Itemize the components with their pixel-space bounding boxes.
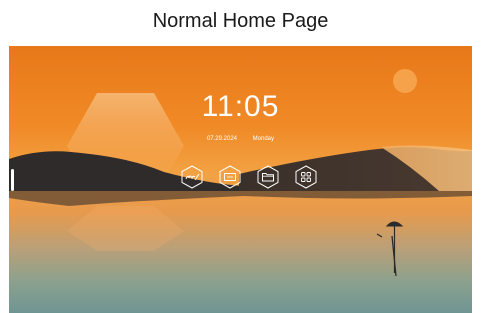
file-manager-button[interactable] xyxy=(256,165,280,189)
home-screen: 11:05 07.29.2024 Monday xyxy=(9,46,472,313)
file-manager-app-icon xyxy=(257,165,279,189)
hexagon-reflection xyxy=(67,206,184,251)
screen-share-button[interactable] xyxy=(218,165,242,189)
all-apps-icon xyxy=(295,165,317,189)
person-with-umbrella xyxy=(376,221,404,277)
all-apps-button[interactable] xyxy=(294,165,318,189)
app-dock xyxy=(180,165,330,191)
weekday-label: Monday xyxy=(252,136,275,142)
dune-reflection xyxy=(9,191,472,206)
whiteboard-button[interactable] xyxy=(180,165,204,189)
whiteboard-app-icon xyxy=(181,165,203,189)
clock-time: 11:05 xyxy=(201,90,280,123)
date-label: 07.29.2024 xyxy=(206,136,237,142)
side-drawer-handle[interactable] xyxy=(11,169,14,191)
page-caption: Normal Home Page xyxy=(152,10,329,32)
date-row: 07.29.2024 Monday xyxy=(9,136,472,142)
screen-share-app-icon xyxy=(219,165,241,189)
